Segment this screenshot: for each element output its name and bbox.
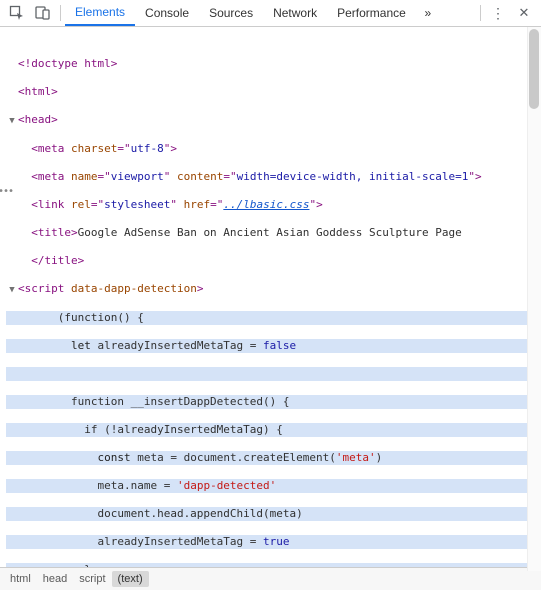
settings-button[interactable]: ⋮ bbox=[485, 1, 511, 25]
tab-sources[interactable]: Sources bbox=[199, 0, 263, 26]
chevron-right-icon: » bbox=[424, 6, 431, 20]
toolbar-separator bbox=[60, 5, 61, 21]
kebab-icon: ⋮ bbox=[491, 5, 505, 22]
scrollbar-track[interactable] bbox=[527, 27, 541, 571]
device-toolbar-button[interactable] bbox=[30, 1, 56, 25]
close-devtools-button[interactable]: ✕ bbox=[511, 1, 537, 25]
crumb-head[interactable]: head bbox=[37, 571, 73, 587]
more-tabs-button[interactable]: » bbox=[416, 6, 440, 20]
inspect-icon bbox=[9, 5, 25, 21]
tab-console[interactable]: Console bbox=[135, 0, 199, 26]
close-icon: ✕ bbox=[519, 5, 530, 21]
disclosure-triangle-icon[interactable]: ▼ bbox=[9, 283, 14, 297]
dom-breadcrumb: html head script (text) bbox=[0, 567, 541, 590]
crumb-html[interactable]: html bbox=[4, 571, 37, 587]
scrollbar-thumb[interactable] bbox=[529, 29, 539, 109]
tab-performance[interactable]: Performance bbox=[327, 0, 416, 26]
crumb-text[interactable]: (text) bbox=[112, 571, 149, 587]
line-actions-icon[interactable]: ••• bbox=[0, 185, 13, 199]
toolbar-separator bbox=[480, 5, 481, 21]
panel-tabs: Elements Console Sources Network Perform… bbox=[65, 0, 476, 26]
tab-network[interactable]: Network bbox=[263, 0, 327, 26]
device-icon bbox=[35, 5, 51, 21]
elements-dom-tree[interactable]: ••• <!doctype html> <html> ▼<head> <meta… bbox=[0, 27, 541, 567]
inspect-element-button[interactable] bbox=[4, 1, 30, 25]
tab-elements[interactable]: Elements bbox=[65, 0, 135, 26]
devtools-toolbar: Elements Console Sources Network Perform… bbox=[0, 0, 541, 27]
selected-node[interactable]: (function() { bbox=[6, 311, 541, 325]
disclosure-triangle-icon[interactable]: ▼ bbox=[9, 114, 14, 128]
crumb-script[interactable]: script bbox=[73, 571, 111, 587]
